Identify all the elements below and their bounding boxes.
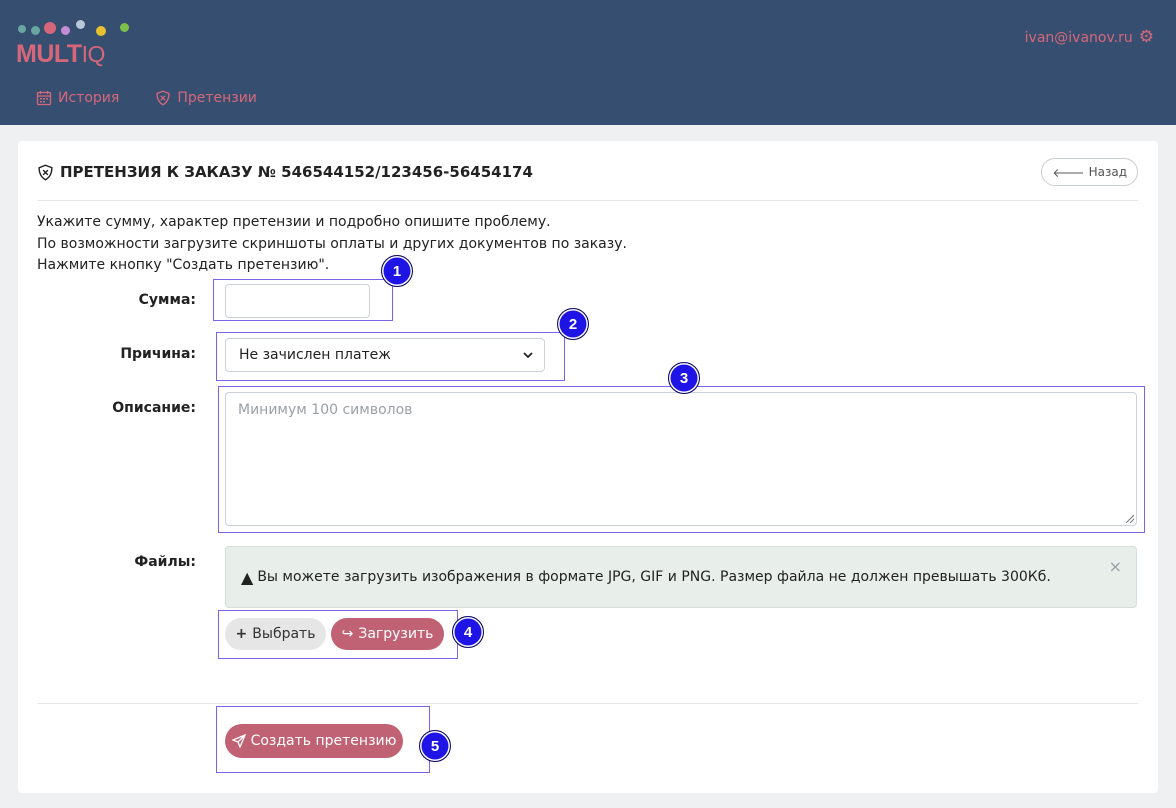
warning-icon: ▲ [241, 567, 254, 587]
page-title-text: ПРЕТЕНЗИЯ К ЗАКАЗУ № 546544152/123456-56… [60, 163, 533, 181]
nav-item-label: Претензии [177, 90, 257, 106]
intro-line: Нажмите кнопку "Создать претензию". [37, 257, 330, 273]
files-label: Файлы: [134, 554, 196, 570]
shield-icon [38, 164, 53, 181]
divider [37, 200, 1138, 201]
close-icon[interactable]: × [1109, 557, 1122, 576]
annotation-badge: 3 [668, 362, 700, 394]
logo-dot [18, 25, 26, 33]
annotation-badge: 2 [557, 308, 589, 340]
annotation-box [216, 706, 430, 773]
amount-label: Сумма: [138, 292, 196, 308]
intro-line: Укажите сумму, характер претензии и подр… [37, 214, 551, 230]
shield-icon [156, 90, 170, 106]
back-button-label: Назад [1088, 165, 1127, 179]
annotation-badge: 4 [452, 616, 484, 648]
main-nav: История Претензии [36, 90, 257, 106]
annotation-box [213, 279, 393, 321]
logo-dot [120, 23, 129, 32]
annotation-box [218, 386, 1145, 533]
page-title: ПРЕТЕНЗИЯ К ЗАКАЗУ № 546544152/123456-56… [37, 163, 533, 181]
user-email[interactable]: ivan@ivanov.ru [1025, 30, 1133, 46]
intro-line: По возможности загрузите скриншоты оплат… [37, 235, 627, 252]
logo-text: MULTIQ [16, 40, 105, 68]
logo-text-main: MULT [16, 40, 82, 68]
annotation-box [218, 610, 458, 659]
nav-item-claims[interactable]: Претензии [155, 90, 257, 106]
annotation-box [216, 332, 565, 381]
gear-icon[interactable]: ⚙ [1139, 29, 1154, 46]
top-header: MULTIQ ivan@ivanov.ru ⚙ История Претензи… [0, 0, 1176, 125]
logo-dot [61, 26, 70, 35]
user-menu[interactable]: ivan@ivanov.ru ⚙ [1025, 29, 1154, 46]
arrow-left-icon: 🡐 [1052, 165, 1085, 180]
calendar-icon [36, 91, 52, 106]
nav-item-label: История [58, 90, 120, 106]
logo-text-suffix: IQ [81, 41, 106, 67]
description-label: Описание: [112, 400, 196, 416]
files-alert-text: Вы можете загрузить изображения в формат… [257, 569, 1051, 585]
logo-dot [44, 22, 56, 34]
intro-text: Укажите сумму, характер претензии и подр… [37, 212, 627, 277]
reason-label: Причина: [120, 346, 196, 362]
divider [37, 703, 1138, 704]
logo-dot [96, 26, 106, 36]
logo-dot [31, 26, 40, 35]
annotation-badge: 5 [419, 730, 451, 762]
logo-dot [76, 20, 85, 29]
files-info-alert: ▲ Вы можете загрузить изображения в форм… [225, 546, 1137, 608]
nav-item-history[interactable]: История [36, 90, 119, 106]
annotation-badge: 1 [381, 255, 413, 287]
back-button[interactable]: 🡐 Назад [1041, 158, 1138, 186]
multiq-logo[interactable]: MULTIQ [16, 18, 134, 70]
